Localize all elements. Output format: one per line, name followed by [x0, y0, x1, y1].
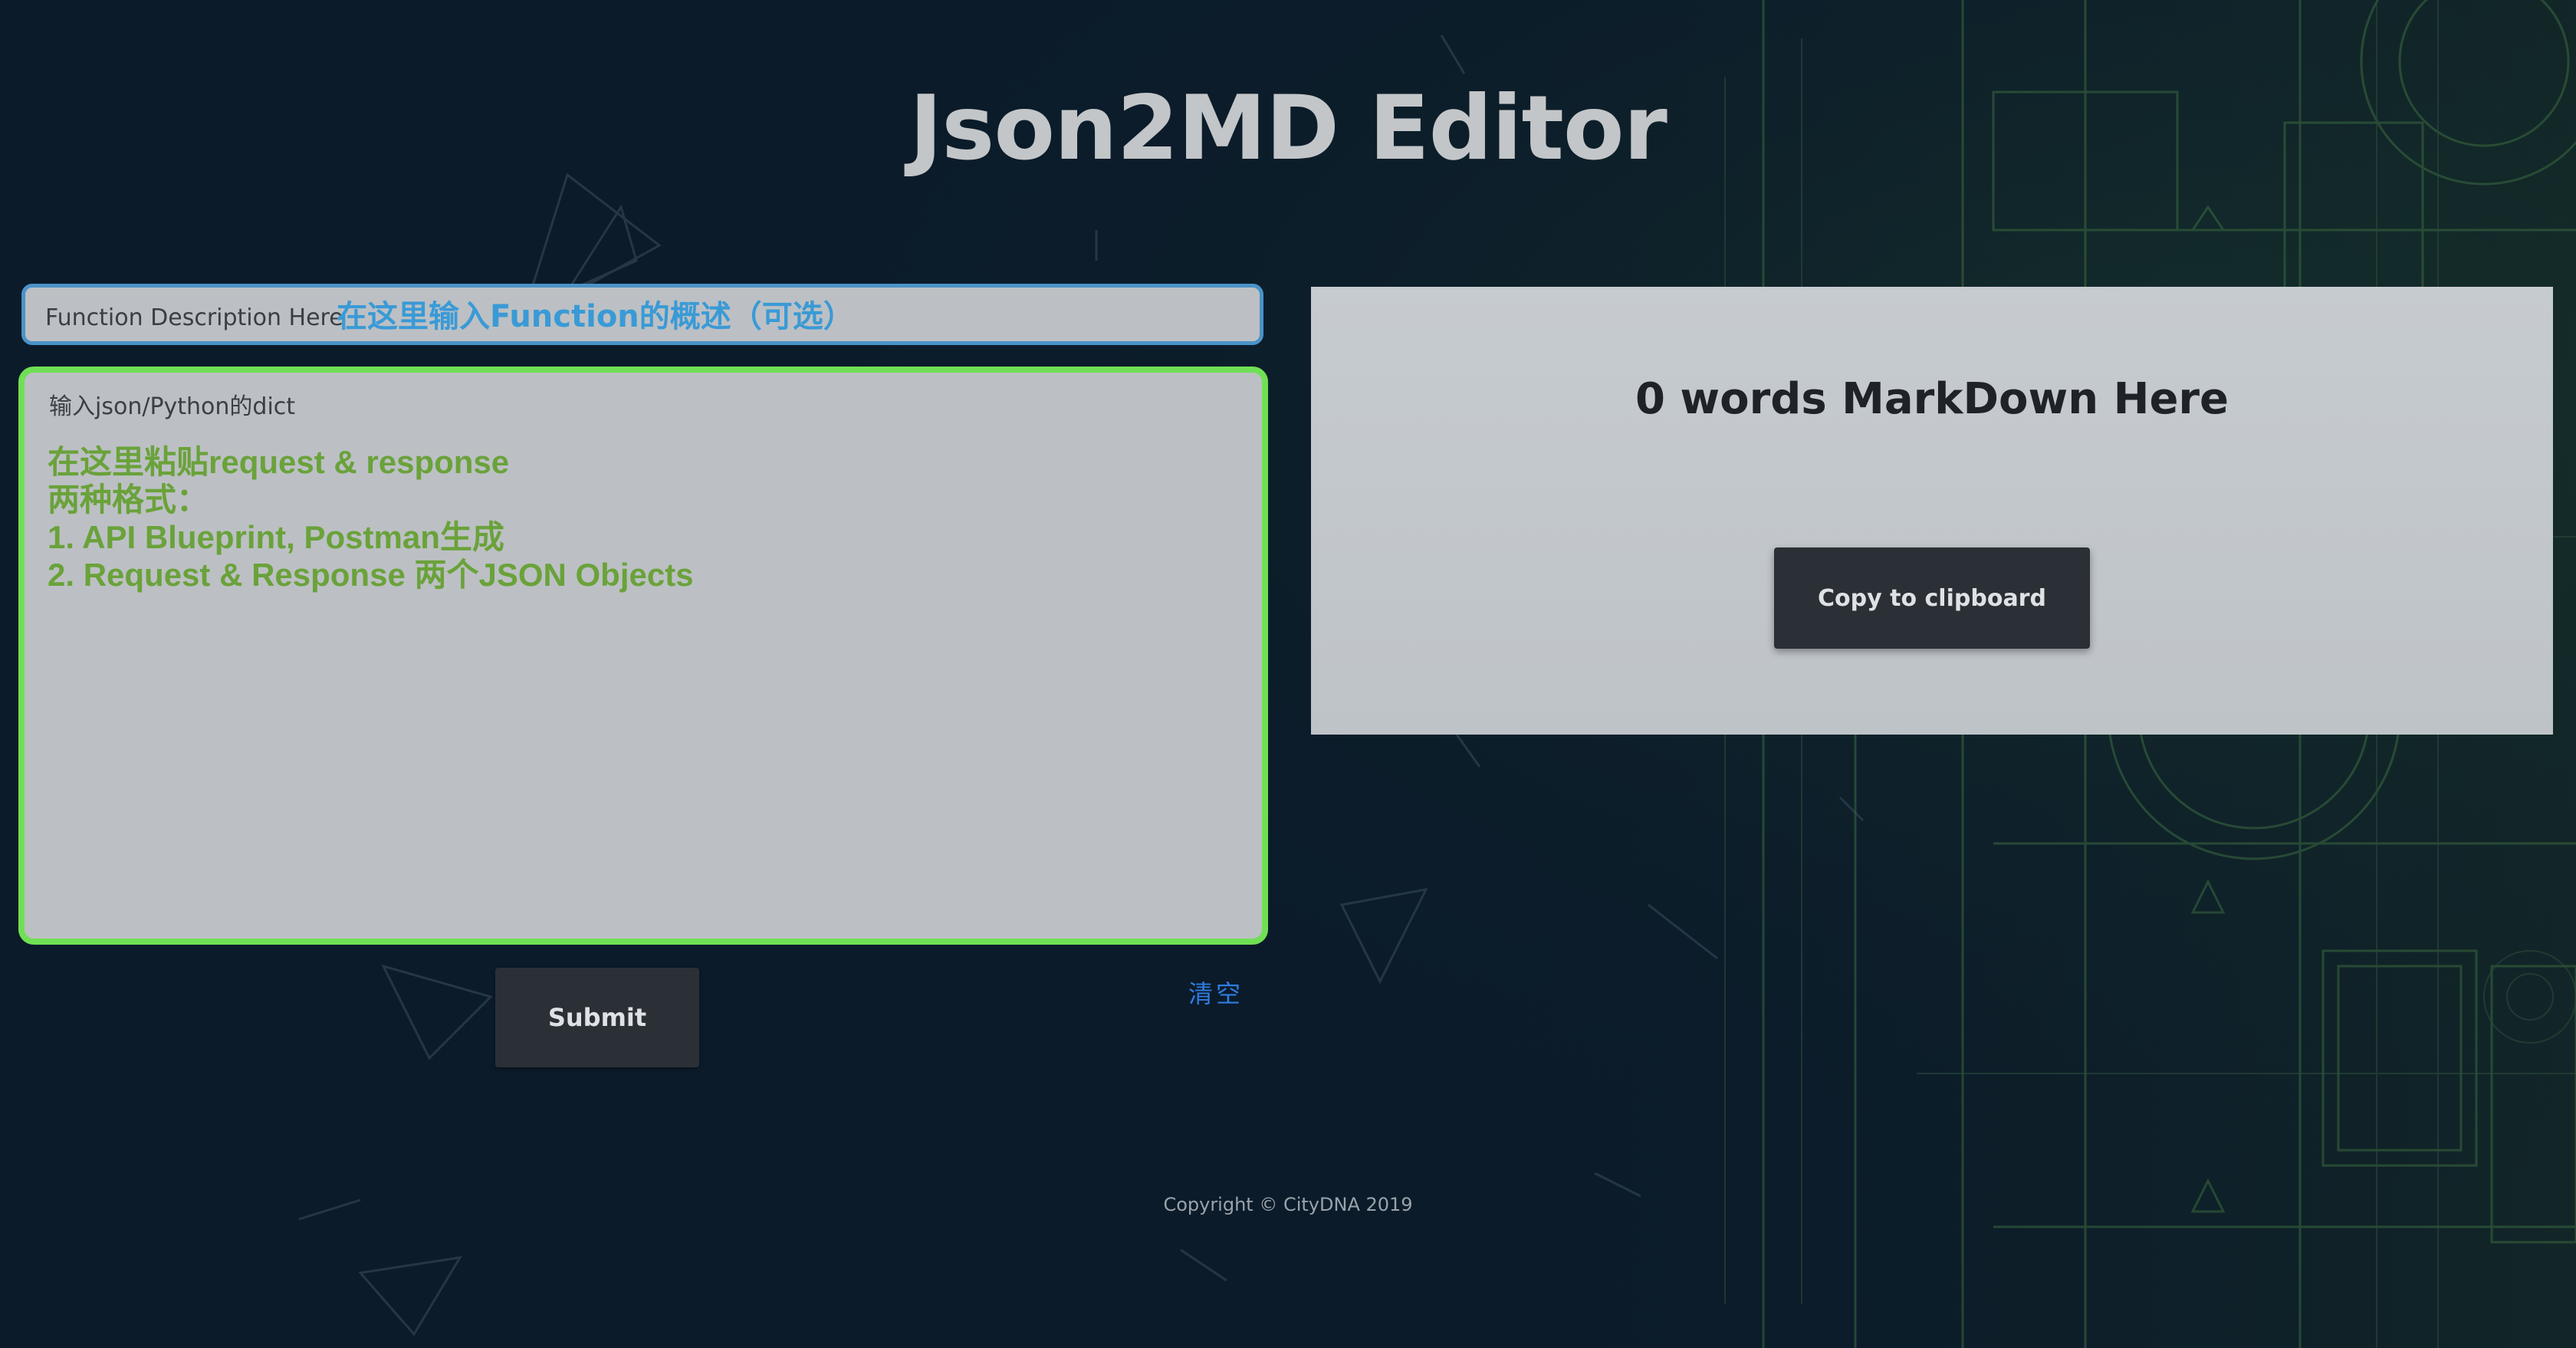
- json-hint-line: 2. Request & Response 两个JSON Objects: [48, 557, 694, 593]
- function-description-hint: 在这里输入Function的概述（可选）: [337, 299, 854, 334]
- markdown-word-count-heading: 0 words MarkDown Here: [1635, 374, 2229, 424]
- json-hint-line: 在这里粘贴request & response: [48, 444, 510, 480]
- json-input-label: 输入json/Python的dict: [49, 393, 296, 420]
- function-description-label: Function Description Here: [45, 304, 343, 331]
- clear-link[interactable]: 清空: [1188, 978, 1244, 1009]
- json-hint-line: 1. API Blueprint, Postman生成: [48, 519, 504, 555]
- copy-to-clipboard-button[interactable]: Copy to clipboard: [1774, 547, 2090, 649]
- function-description-input[interactable]: Function Description Here 在这里输入Function的…: [21, 284, 1263, 345]
- submit-button[interactable]: Submit: [495, 968, 699, 1067]
- page-title: Json2MD Editor: [909, 77, 1668, 180]
- json-input-hints: 在这里粘贴request & response 两种格式： 1. API Blu…: [48, 443, 694, 593]
- markdown-output-panel: 0 words MarkDown Here Copy to clipboard: [1311, 287, 2553, 735]
- footer-copyright: Copyright © CityDNA 2019: [1163, 1194, 1413, 1215]
- json-hint-line: 两种格式：: [48, 482, 209, 518]
- json-input-textarea[interactable]: 输入json/Python的dict 在这里粘贴request & respon…: [18, 367, 1268, 945]
